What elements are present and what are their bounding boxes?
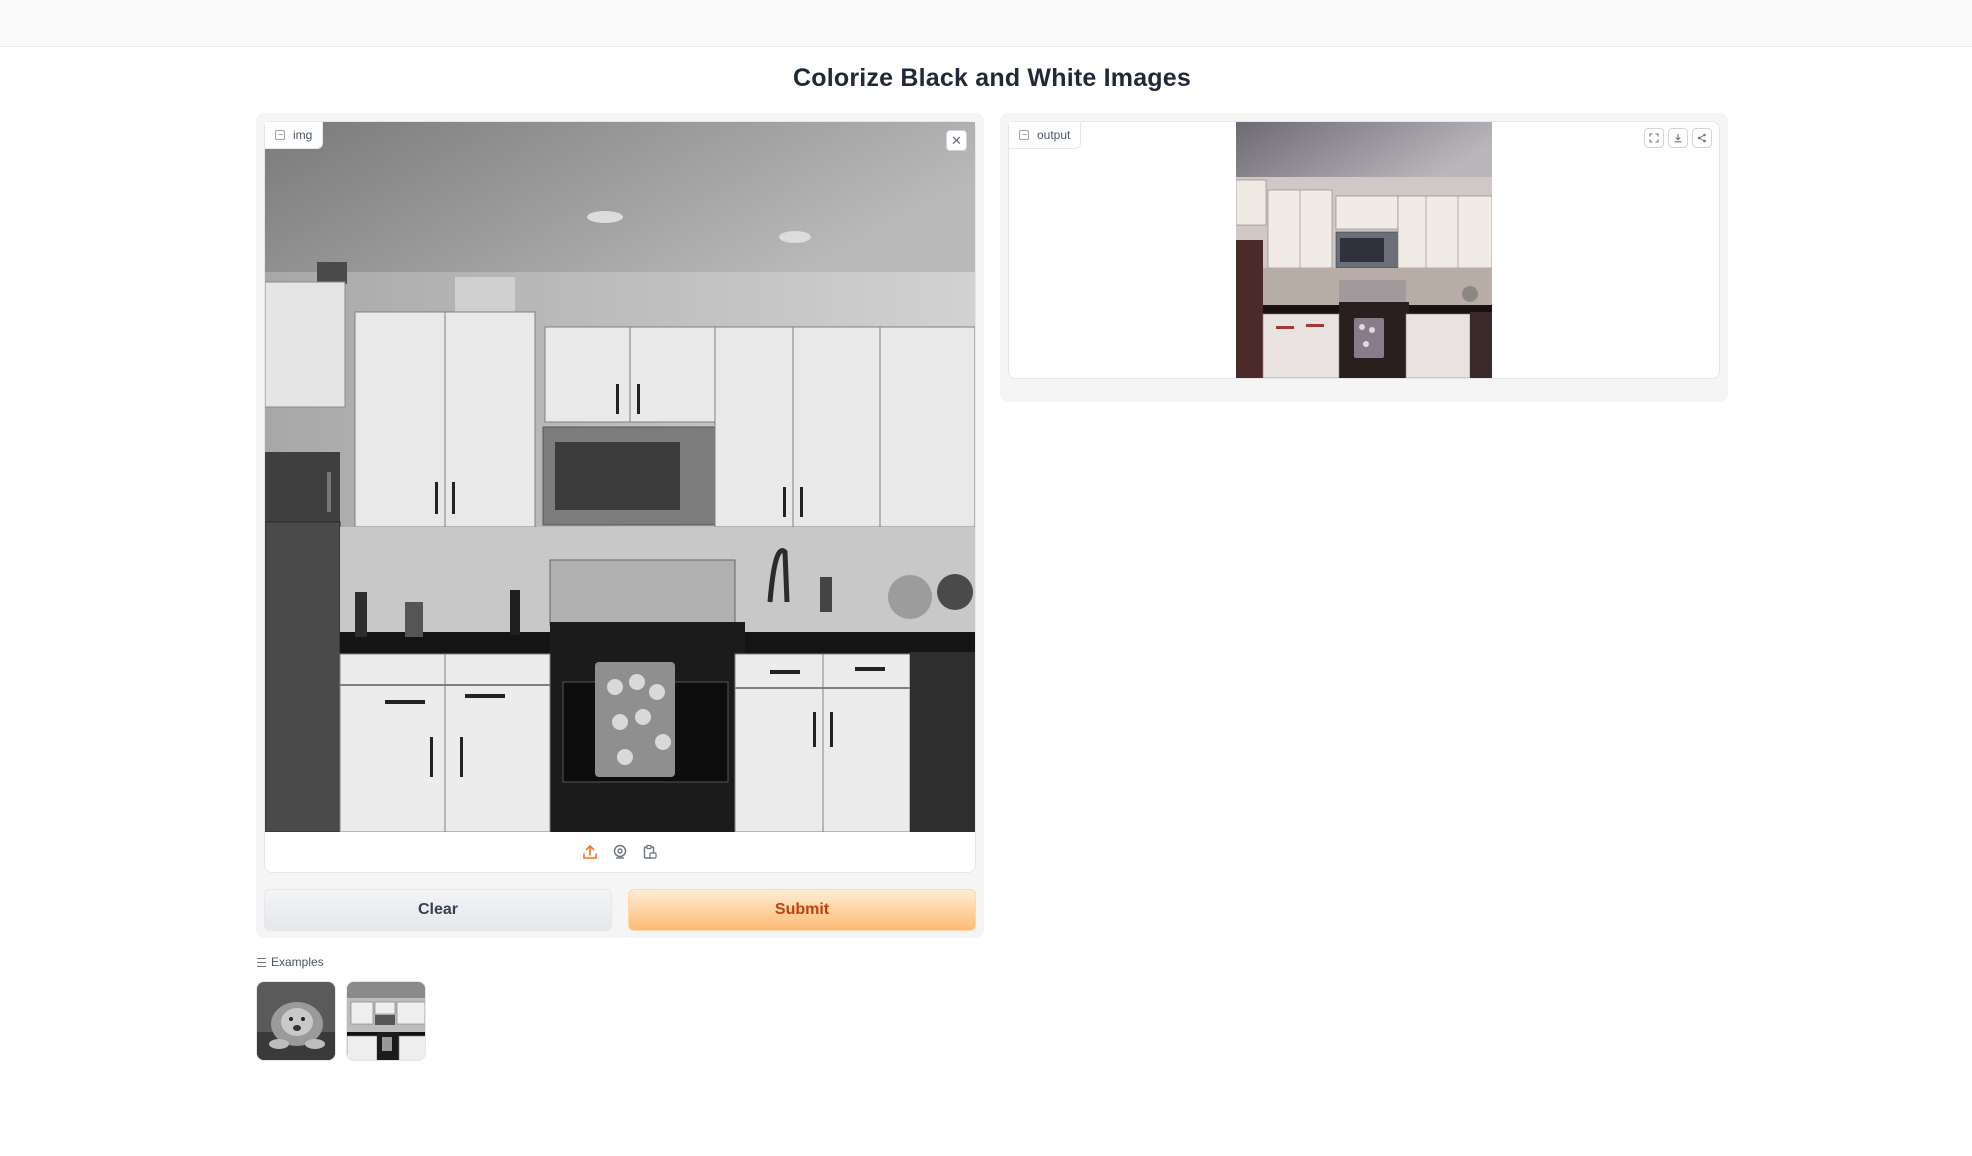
- clear-button[interactable]: Clear: [264, 889, 612, 931]
- kitchen-thumbnail: [347, 982, 425, 1060]
- output-image: [1236, 122, 1492, 378]
- webcam-icon[interactable]: [610, 842, 630, 862]
- clipboard-icon[interactable]: [640, 842, 660, 862]
- example-lion[interactable]: [256, 981, 336, 1061]
- top-bar: [0, 0, 1972, 47]
- fullscreen-button[interactable]: [1644, 128, 1664, 148]
- example-kitchen[interactable]: [346, 981, 426, 1061]
- upload-icon[interactable]: [580, 842, 600, 862]
- output-label: output: [1009, 122, 1082, 149]
- download-button[interactable]: [1668, 128, 1688, 148]
- fullscreen-icon: [1649, 133, 1659, 143]
- image-source-bar: [265, 832, 975, 872]
- download-icon: [1674, 134, 1682, 143]
- list-icon: [257, 957, 266, 967]
- clear-image-button[interactable]: ✕: [946, 130, 967, 151]
- input-label-text: img: [293, 128, 313, 142]
- share-button[interactable]: [1692, 128, 1712, 148]
- examples-heading: Examples: [257, 955, 324, 969]
- page-title: Colorize Black and White Images: [793, 64, 1191, 92]
- examples-label-text: Examples: [271, 955, 324, 969]
- output-label-text: output: [1037, 128, 1071, 142]
- lion-thumbnail: [257, 982, 335, 1060]
- submit-button[interactable]: Submit: [628, 889, 976, 931]
- close-icon: ✕: [951, 133, 962, 148]
- image-icon: [275, 130, 285, 140]
- input-label: img: [265, 122, 324, 149]
- share-icon: [1697, 133, 1706, 143]
- input-image: [265, 122, 975, 832]
- image-icon: [1019, 130, 1029, 140]
